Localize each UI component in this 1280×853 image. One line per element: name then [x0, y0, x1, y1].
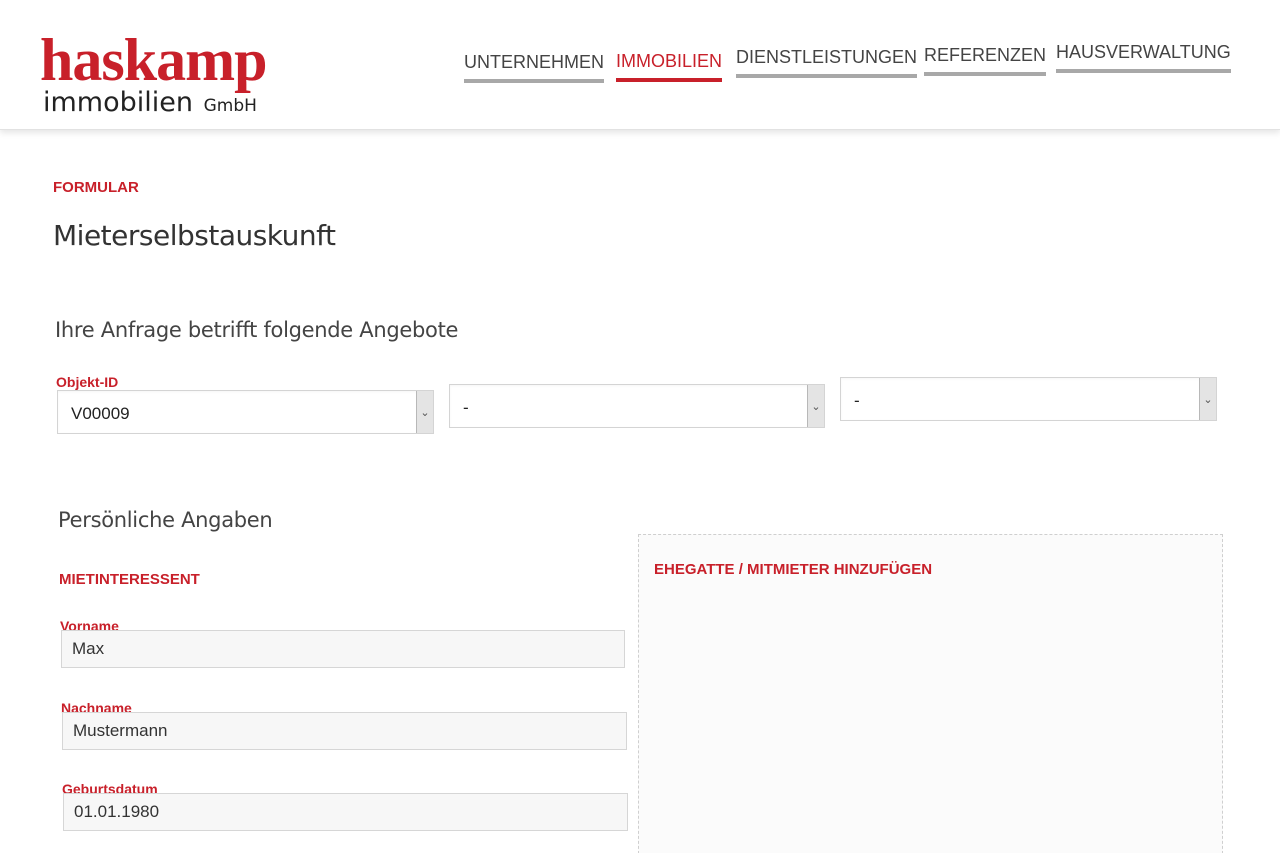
page-title: Mieterselbstauskunft	[53, 219, 336, 252]
object-id-select-1[interactable]: V00009 ⌄	[57, 390, 434, 434]
nav-item-dienstleistungen[interactable]: DIENSTLEISTUNGEN	[736, 47, 918, 78]
object-id-select-2[interactable]: - ⌄	[449, 384, 825, 428]
co-tenant-panel[interactable]: EHEGATTE / MITMIETER HINZUFÜGEN	[638, 534, 1223, 853]
object-id-select-3-value: -	[854, 391, 860, 410]
object-id-select-2-value: -	[463, 398, 469, 417]
logo-subline-text: immobilien	[43, 87, 193, 118]
logo-subline: immobilien GmbH	[40, 88, 266, 121]
personal-heading: Persönliche Angaben	[58, 508, 273, 532]
nav-item-unternehmen[interactable]: UNTERNEHMEN	[464, 52, 605, 83]
company-logo[interactable]: haskamp immobilien GmbH	[40, 27, 267, 121]
logo-wordmark: haskamp	[40, 27, 267, 93]
add-co-tenant-link[interactable]: EHEGATTE / MITMIETER HINZUFÜGEN	[654, 561, 932, 578]
logo-suffix: GmbH	[203, 96, 257, 116]
nav-item-immobilien[interactable]: IMMOBILIEN	[616, 51, 723, 82]
chevron-down-icon[interactable]: ⌄	[807, 385, 824, 427]
object-id-label: Objekt-ID	[56, 374, 119, 390]
nav-item-referenzen[interactable]: REFERENZEN	[924, 45, 1047, 76]
site-header: haskamp immobilien GmbH UNTERNEHMEN IMMO…	[0, 0, 1280, 130]
object-id-select-1-value: V00009	[71, 404, 130, 423]
chevron-down-icon[interactable]: ⌄	[416, 391, 433, 433]
lastname-input[interactable]	[62, 712, 627, 750]
object-id-select-3[interactable]: - ⌄	[840, 377, 1217, 421]
birthdate-input[interactable]	[63, 793, 628, 831]
firstname-input[interactable]	[61, 630, 625, 668]
offers-heading: Ihre Anfrage betrifft folgende Angebote	[55, 318, 459, 342]
page-category: FORMULAR	[53, 179, 139, 196]
chevron-down-icon[interactable]: ⌄	[1199, 378, 1216, 420]
nav-item-hausverwaltung[interactable]: HAUSVERWALTUNG	[1056, 42, 1231, 73]
tenant-section-label: MIETINTERESSENT	[59, 571, 200, 588]
